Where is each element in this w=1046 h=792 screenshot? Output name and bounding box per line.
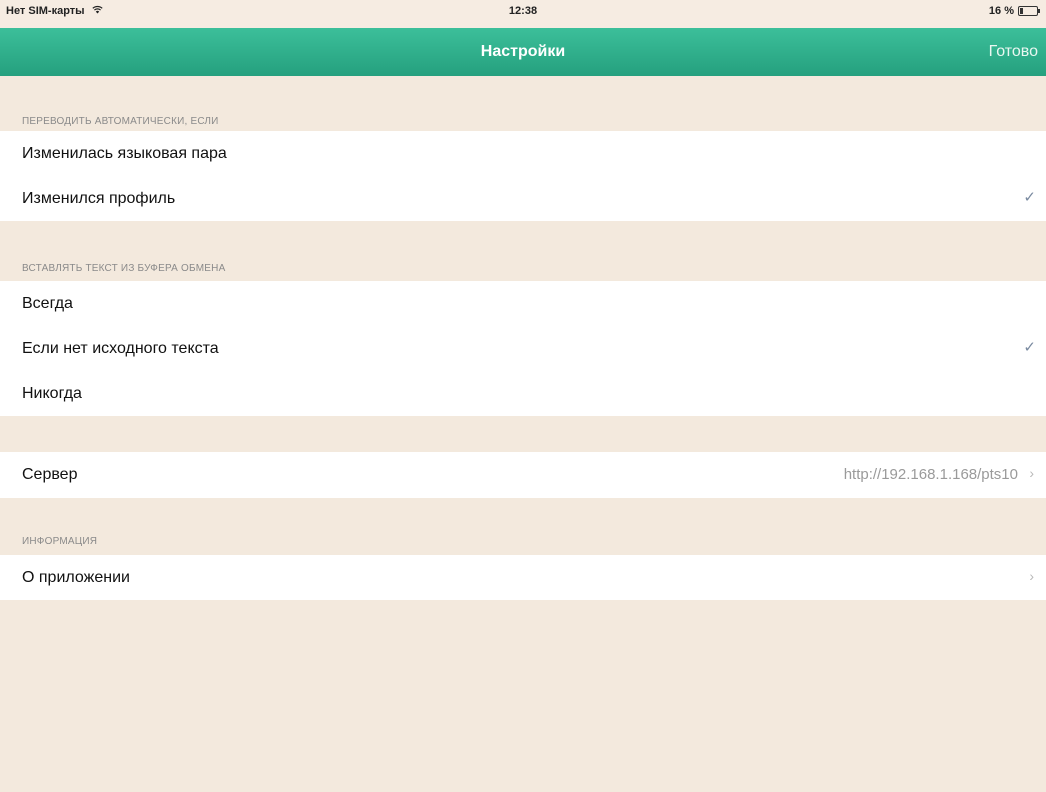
option-always[interactable]: Всегда bbox=[0, 281, 1046, 326]
server-row[interactable]: Сервер http://192.168.1.168/pts10 › bbox=[0, 452, 1046, 498]
battery-icon bbox=[1018, 6, 1040, 16]
clipboard-group: Всегда Если нет исходного текста ✓ Никог… bbox=[0, 281, 1046, 416]
chevron-right-icon: › bbox=[1029, 465, 1034, 481]
server-url: http://192.168.1.168/pts10 bbox=[843, 466, 1018, 483]
auto-translate-group: Изменилась языковая пара Изменился профи… bbox=[0, 131, 1046, 221]
battery-indicator: 16 % bbox=[988, 5, 1040, 17]
chevron-right-icon: › bbox=[1029, 568, 1034, 584]
server-label: Сервер bbox=[22, 466, 78, 483]
option-label: Изменился профиль bbox=[22, 189, 176, 207]
battery-percent: 16 % bbox=[988, 5, 1014, 17]
about-app-row[interactable]: О приложении › bbox=[0, 555, 1046, 600]
server-group: Сервер http://192.168.1.168/pts10 › bbox=[0, 452, 1046, 498]
option-profile-changed[interactable]: Изменился профиль ✓ bbox=[0, 176, 1046, 221]
section-header-auto-translate: ПЕРЕВОДИТЬ АВТОМАТИЧЕСКИ, ЕСЛИ bbox=[22, 116, 219, 127]
option-language-pair-changed[interactable]: Изменилась языковая пара bbox=[0, 131, 1046, 176]
checkmark-icon: ✓ bbox=[1023, 339, 1036, 356]
navigation-bar: Настройки Готово bbox=[0, 28, 1046, 76]
option-label: Никогда bbox=[22, 384, 82, 402]
option-label: Изменилась языковая пара bbox=[22, 144, 227, 162]
option-label: Всегда bbox=[22, 294, 73, 312]
info-group: О приложении › bbox=[0, 555, 1046, 600]
option-label: Если нет исходного текста bbox=[22, 339, 219, 357]
section-header-info: ИНФОРМАЦИЯ bbox=[22, 536, 98, 547]
about-app-label: О приложении bbox=[22, 568, 130, 586]
option-never[interactable]: Никогда bbox=[0, 371, 1046, 416]
clock: 12:38 bbox=[508, 5, 538, 17]
checkmark-icon: ✓ bbox=[1023, 189, 1036, 206]
option-if-no-source-text[interactable]: Если нет исходного текста ✓ bbox=[0, 326, 1046, 371]
section-header-clipboard: ВСТАВЛЯТЬ ТЕКСТ ИЗ БУФЕРА ОБМЕНА bbox=[22, 263, 226, 274]
done-button[interactable]: Готово bbox=[989, 43, 1038, 61]
status-bar: Нет SIM-карты 12:38 16 % bbox=[0, 0, 1046, 28]
page-title: Настройки bbox=[480, 43, 566, 60]
